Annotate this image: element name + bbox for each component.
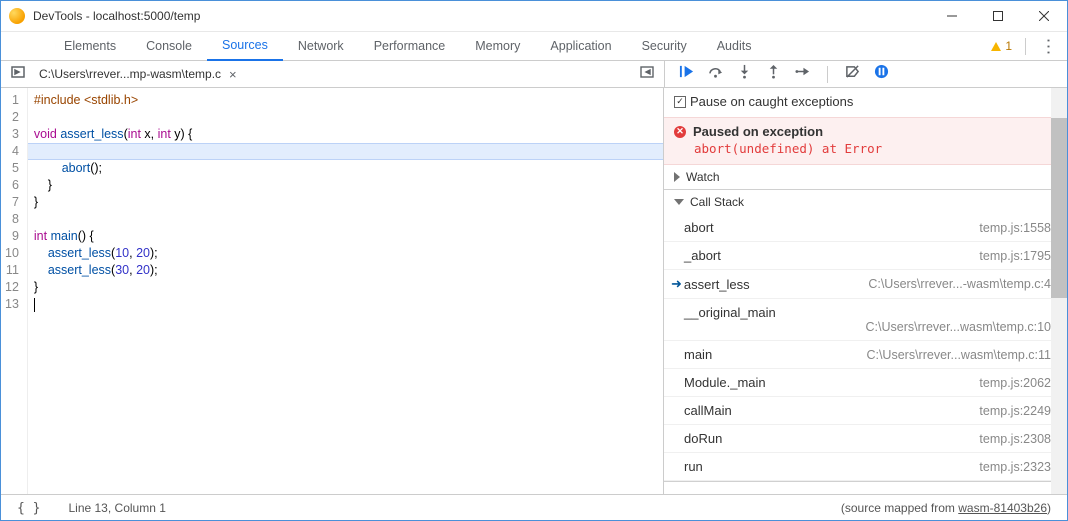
code-line[interactable]: assert_less(30, 20); (34, 262, 663, 279)
frame-location: temp.js:2323 (979, 460, 1051, 474)
frame-name: Module._main (684, 375, 766, 390)
close-button[interactable] (1021, 1, 1067, 32)
source-map-info: (source mapped from wasm-81403b26) (841, 501, 1051, 515)
pretty-print-icon[interactable]: { } (17, 501, 40, 516)
debug-toolbar (665, 61, 1067, 87)
close-tab-icon[interactable]: × (229, 67, 237, 82)
tab-sources[interactable]: Sources (207, 32, 283, 61)
frame-name: callMain (684, 403, 732, 418)
tab-memory[interactable]: Memory (460, 32, 535, 61)
callstack-frame[interactable]: doRun temp.js:2308 (664, 425, 1067, 453)
code-line[interactable]: } (34, 177, 663, 194)
frame-location: C:\Users\rrever...wasm\temp.c:11 (866, 348, 1051, 362)
frame-name: run (684, 459, 703, 474)
pause-exceptions-button[interactable] (874, 64, 889, 84)
callstack-frame[interactable]: Module._main temp.js:2062 (664, 369, 1067, 397)
frame-location: C:\Users\rrever...wasm\temp.c:10 (866, 320, 1051, 334)
frame-name: doRun (684, 431, 722, 446)
frame-name: __original_main (684, 305, 776, 320)
more-menu-icon[interactable]: ⋯ (1038, 37, 1059, 55)
statusbar: { } Line 13, Column 1 (source mapped fro… (1, 494, 1067, 521)
tab-network[interactable]: Network (283, 32, 359, 61)
tab-audits[interactable]: Audits (702, 32, 767, 61)
file-tab[interactable]: C:\Users\rrever...mp-wasm\temp.c × (39, 67, 237, 82)
code-line[interactable]: assert_less(10, 20); (34, 245, 663, 262)
frame-location: temp.js:1795 (979, 249, 1051, 263)
file-path: C:\Users\rrever...mp-wasm\temp.c (39, 67, 221, 81)
frame-name: main (684, 347, 712, 362)
step-over-button[interactable] (708, 64, 723, 84)
code-line[interactable]: } (34, 279, 663, 296)
warnings-badge[interactable]: 1 (991, 39, 1012, 53)
code-line[interactable] (34, 296, 663, 313)
maximize-button[interactable] (975, 1, 1021, 32)
active-frame-icon: ➜ (671, 276, 682, 292)
panel-tabs: ElementsConsoleSourcesNetworkPerformance… (1, 32, 1067, 61)
code-line[interactable]: #include <stdlib.h> (34, 92, 663, 109)
frame-location: temp.js:2249 (979, 404, 1051, 418)
tab-console[interactable]: Console (131, 32, 207, 61)
devtools-icon (9, 8, 25, 24)
paused-banner: ✕Paused on exception abort(undefined) at… (664, 117, 1067, 165)
chevron-right-icon (674, 172, 680, 182)
frame-location: temp.js:2062 (979, 376, 1051, 390)
line-gutter: 12345678910111213 (1, 88, 28, 494)
window-title: DevTools - localhost:5000/temp (33, 9, 200, 23)
code-line[interactable] (34, 211, 663, 228)
frame-name: assert_less (684, 277, 750, 292)
deactivate-breakpoints-button[interactable] (845, 64, 860, 84)
resume-button[interactable] (679, 64, 694, 84)
frame-location: C:\Users\rrever...-wasm\temp.c:4 (868, 277, 1051, 291)
minimize-button[interactable] (929, 1, 975, 32)
scroll-thumb[interactable] (1051, 118, 1067, 298)
warning-icon (991, 42, 1001, 51)
source-content[interactable]: #include <stdlib.h> void assert_less(int … (28, 88, 663, 494)
pause-on-caught-row[interactable]: ✓ Pause on caught exceptions (664, 88, 1067, 117)
step-out-button[interactable] (766, 64, 781, 84)
callstack-section-header[interactable]: Call Stack (664, 190, 1067, 214)
callstack-frame[interactable]: ➜assert_less C:\Users\rrever...-wasm\temp… (664, 270, 1067, 299)
callstack-frame[interactable]: __original_main C:\Users\rrever...wasm\te… (664, 299, 1067, 341)
navigator-toggle-icon[interactable] (11, 65, 25, 84)
frame-name: _abort (684, 248, 721, 263)
divider (827, 66, 828, 83)
debug-sidebar: ✓ Pause on caught exceptions ✕Paused on … (664, 88, 1067, 494)
tab-security[interactable]: Security (627, 32, 702, 61)
callstack-frame[interactable]: callMain temp.js:2249 (664, 397, 1067, 425)
checkbox-icon[interactable]: ✓ (674, 96, 686, 108)
callstack-frame[interactable]: main C:\Users\rrever...wasm\temp.c:11 (664, 341, 1067, 369)
step-button[interactable] (795, 64, 810, 84)
chevron-down-icon (674, 199, 684, 205)
source-map-link[interactable]: wasm-81403b26 (958, 501, 1047, 515)
tab-application[interactable]: Application (535, 32, 626, 61)
code-line[interactable]: int main() { (34, 228, 663, 245)
frame-location: temp.js:1558 (979, 221, 1051, 235)
window-controls (929, 1, 1067, 32)
tab-elements[interactable]: Elements (49, 32, 131, 61)
code-line[interactable]: } (34, 194, 663, 211)
frame-location: temp.js:2308 (979, 432, 1051, 446)
cursor-position: Line 13, Column 1 (68, 501, 165, 515)
code-line[interactable]: void assert_less(int x, int y) { (34, 126, 663, 143)
callstack-frame[interactable]: abort temp.js:1558 (664, 214, 1067, 242)
watch-section-header[interactable]: Watch (664, 165, 1067, 189)
snippets-toggle-icon[interactable] (640, 65, 654, 84)
callstack-frame[interactable]: run temp.js:2323 (664, 453, 1067, 481)
scrollbar[interactable] (1051, 88, 1067, 494)
code-line[interactable] (34, 109, 663, 126)
file-bar: C:\Users\rrever...mp-wasm\temp.c × (1, 61, 1067, 88)
titlebar: DevTools - localhost:5000/temp (1, 1, 1067, 32)
divider (1025, 38, 1026, 55)
code-editor[interactable]: 12345678910111213 #include <stdlib.h> voi… (1, 88, 664, 494)
tab-performance[interactable]: Performance (359, 32, 461, 61)
paused-line-highlight (28, 143, 663, 160)
code-line[interactable]: abort(); (34, 160, 663, 177)
frame-name: abort (684, 220, 714, 235)
pause-message: abort(undefined) at Error (694, 141, 1057, 156)
step-into-button[interactable] (737, 64, 752, 84)
error-icon: ✕ (674, 126, 686, 138)
callstack-frame[interactable]: _abort temp.js:1795 (664, 242, 1067, 270)
